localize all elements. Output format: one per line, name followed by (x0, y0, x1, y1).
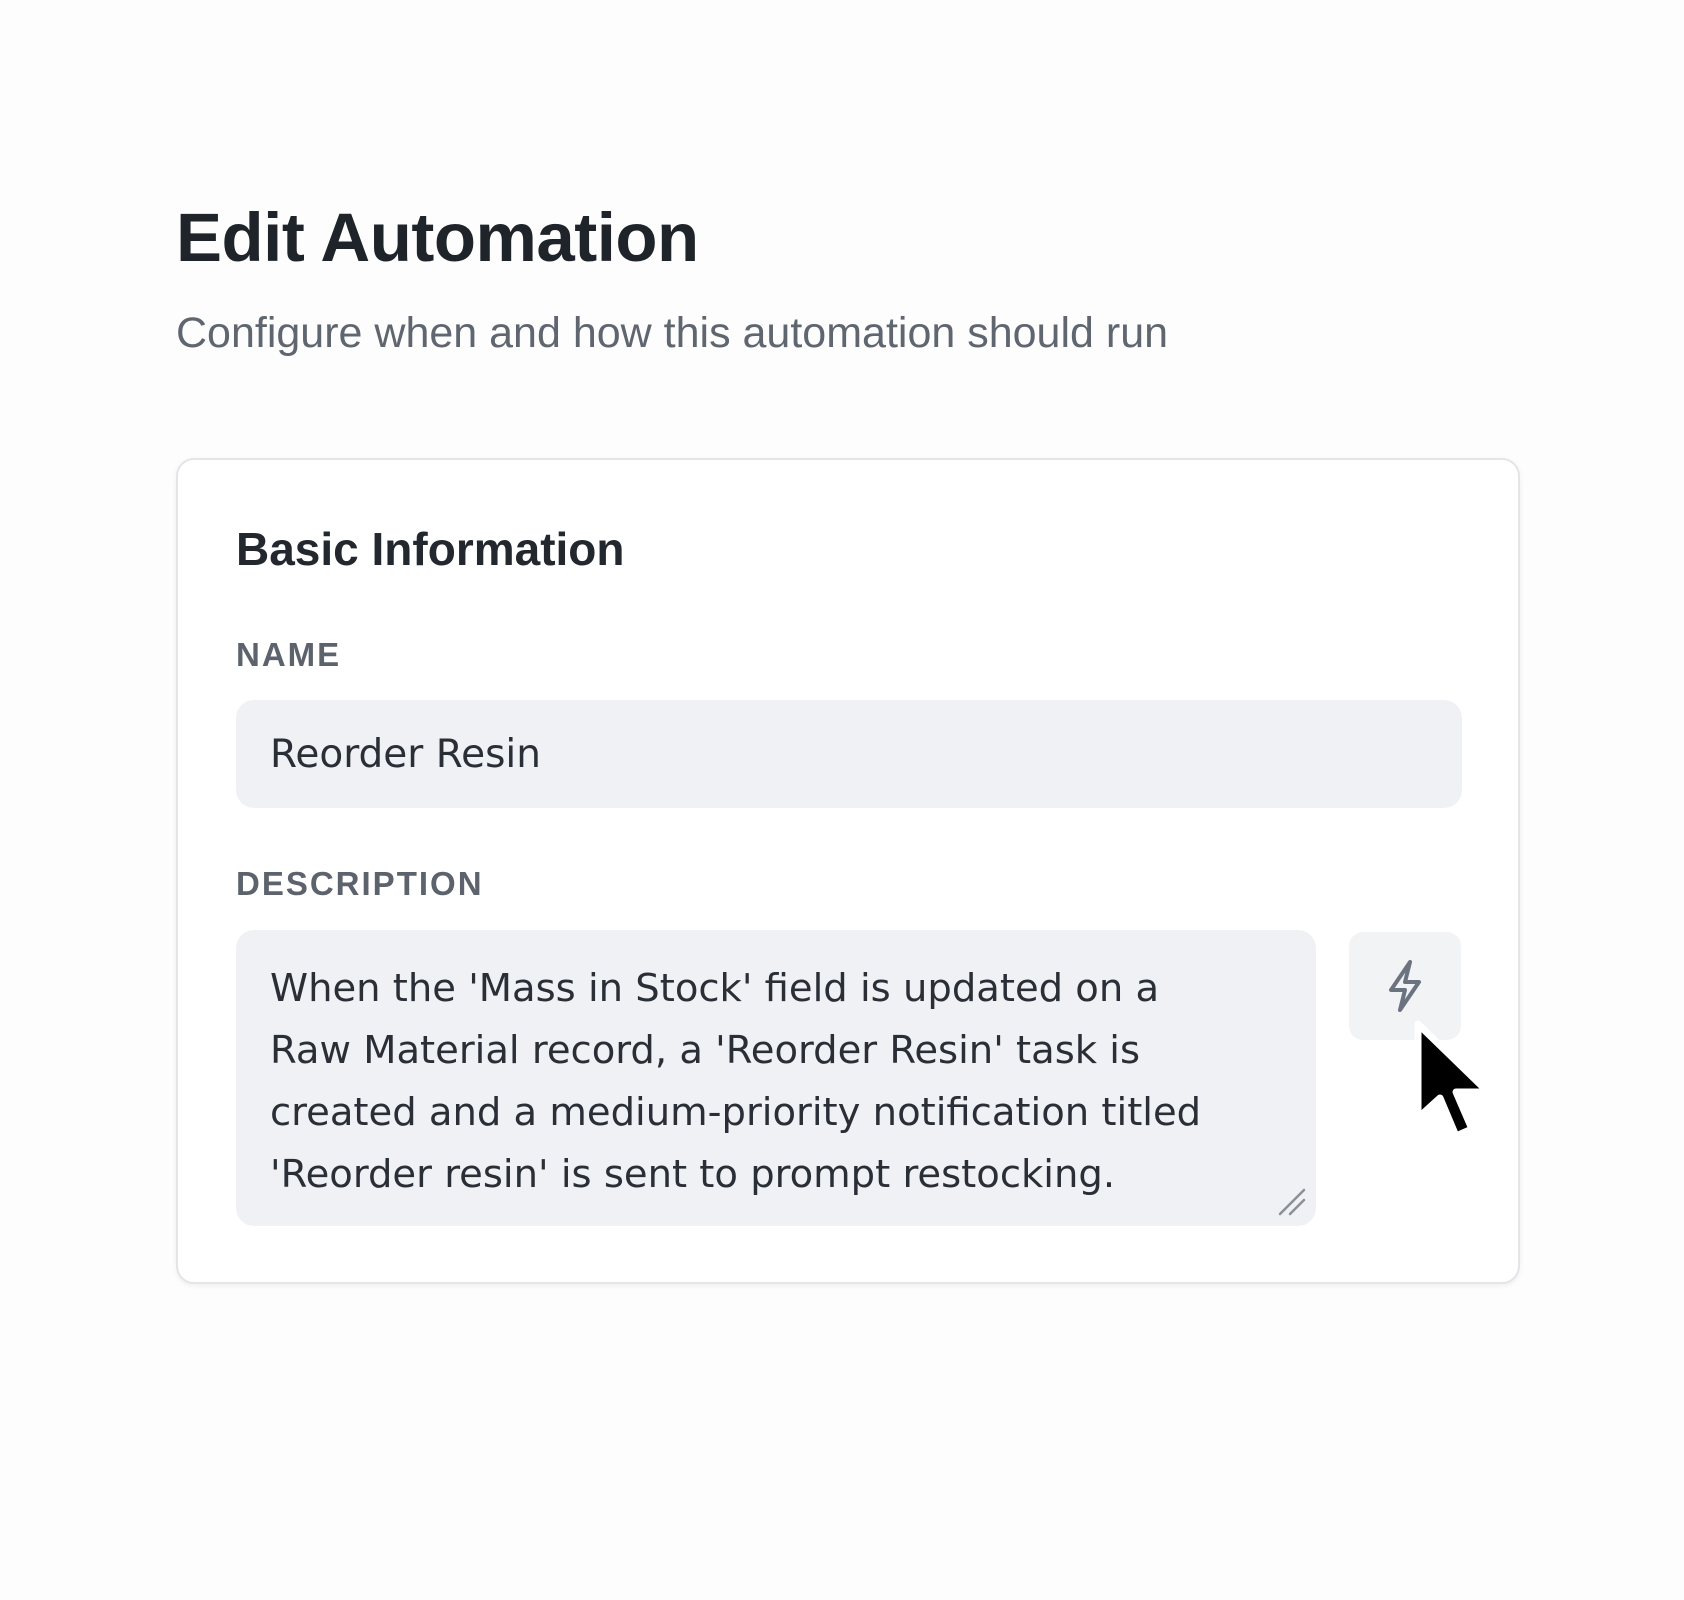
lightning-icon (1389, 960, 1421, 1012)
generate-description-button[interactable] (1349, 932, 1461, 1040)
name-input[interactable] (236, 700, 1462, 808)
description-label: DESCRIPTION (236, 865, 484, 902)
edit-automation-page: Edit Automation Configure when and how t… (0, 0, 1684, 1600)
section-title: Basic Information (236, 523, 625, 575)
name-label: NAME (236, 636, 342, 673)
resize-handle-icon[interactable] (1274, 1184, 1306, 1216)
page-subtitle: Configure when and how this automation s… (176, 309, 1169, 357)
page-title: Edit Automation (176, 199, 699, 276)
description-textarea[interactable]: When the 'Mass in Stock' field is update… (236, 930, 1316, 1226)
basic-information-card: Basic Information NAME DESCRIPTION When … (176, 458, 1520, 1284)
description-text: When the 'Mass in Stock' field is update… (270, 966, 1202, 1197)
